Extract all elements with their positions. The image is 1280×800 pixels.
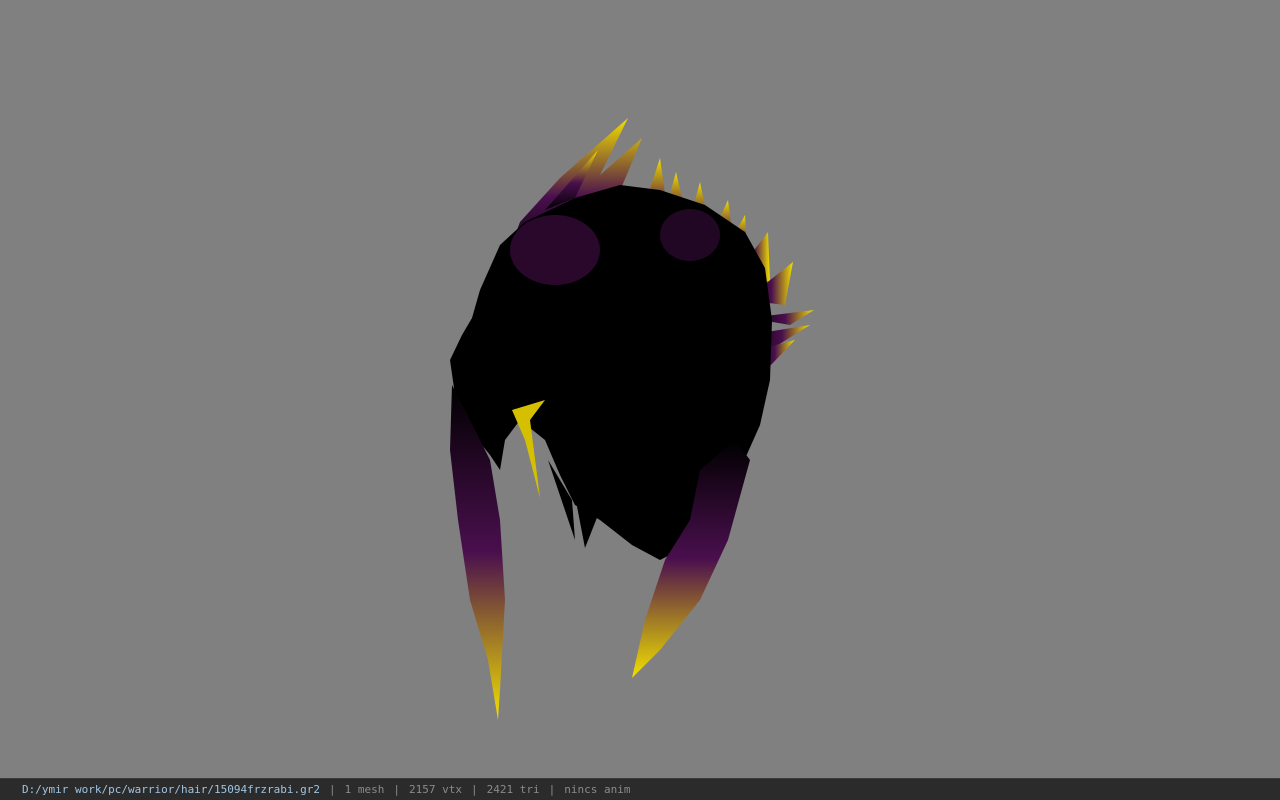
separator: | — [548, 783, 556, 796]
file-path: D:/ymir work/pc/warrior/hair/15094frzrab… — [22, 783, 321, 796]
3d-viewport[interactable] — [0, 0, 1280, 778]
vertex-count: 2157 vtx — [409, 783, 462, 796]
triangle-count: 2421 tri — [486, 783, 540, 796]
animation-status: nincs anim — [564, 783, 631, 796]
separator: | — [393, 783, 401, 796]
hair-sheen — [660, 209, 720, 261]
hair-sheen — [510, 215, 600, 285]
status-bar: D:/ymir work/pc/warrior/hair/15094frzrab… — [0, 778, 1280, 800]
separator: | — [329, 783, 336, 796]
separator: | — [471, 783, 478, 796]
mesh-count: 1 mesh — [344, 783, 385, 796]
hair-model[interactable] — [0, 0, 1280, 778]
